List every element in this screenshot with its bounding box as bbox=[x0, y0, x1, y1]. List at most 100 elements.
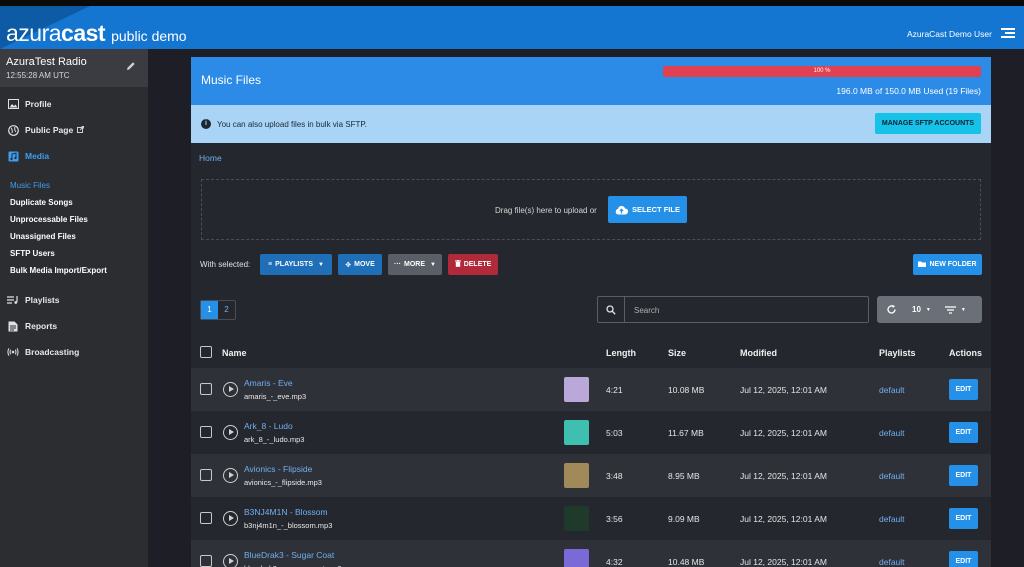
row-checkbox[interactable] bbox=[200, 383, 212, 395]
song-playlist-link[interactable]: default bbox=[879, 385, 905, 395]
more-button[interactable]: ··· MORE ▼ bbox=[388, 254, 442, 275]
playlists-button-label: PLAYLISTS bbox=[275, 261, 313, 268]
edit-pencil-icon[interactable] bbox=[126, 61, 136, 71]
song-filename: b3nj4m1n_-_blossom.mp3 bbox=[244, 521, 333, 530]
per-page-select[interactable]: 10 ▼ bbox=[912, 305, 931, 314]
image-icon bbox=[7, 98, 19, 110]
table-row: Avionics - Flipside avionics_-_flipside.m… bbox=[191, 454, 991, 497]
user-name[interactable]: AzuraCast Demo User bbox=[907, 29, 992, 39]
sidebar-subitem-unprocessable-files[interactable]: Unprocessable Files bbox=[10, 211, 148, 228]
delete-button[interactable]: DELETE bbox=[448, 254, 498, 275]
col-playlists[interactable]: Playlists bbox=[879, 348, 916, 358]
select-all-checkbox[interactable] bbox=[200, 346, 212, 358]
sidebar-item-playlists[interactable]: Playlists bbox=[0, 287, 148, 313]
song-filename: avionics_-_flipside.mp3 bbox=[244, 478, 322, 487]
sidebar-item-label: Profile bbox=[25, 99, 52, 109]
song-title[interactable]: Ark_8 - Ludo bbox=[244, 421, 293, 431]
row-checkbox[interactable] bbox=[200, 512, 212, 524]
sidebar-subitem-bulk-import[interactable]: Bulk Media Import/Export bbox=[10, 262, 148, 279]
manage-sftp-button[interactable]: MANAGE SFTP ACCOUNTS bbox=[875, 113, 981, 134]
sidebar-subitem-duplicate-songs[interactable]: Duplicate Songs bbox=[10, 194, 148, 211]
song-size: 8.95 MB bbox=[668, 471, 700, 481]
album-art bbox=[564, 420, 589, 445]
row-checkbox[interactable] bbox=[200, 555, 212, 567]
song-title[interactable]: Avionics - Flipside bbox=[244, 464, 312, 474]
folder-icon bbox=[918, 261, 927, 269]
menu-toggle-icon[interactable] bbox=[1001, 27, 1015, 39]
refresh-icon[interactable] bbox=[886, 304, 897, 315]
sftp-notice: i You can also upload files in bulk via … bbox=[191, 105, 991, 143]
album-art bbox=[564, 463, 589, 488]
media-submenu: Music Files Duplicate Songs Unprocessabl… bbox=[0, 169, 148, 279]
logo-tagline: public demo bbox=[111, 28, 187, 44]
search-input[interactable]: Search bbox=[634, 306, 659, 315]
edit-button[interactable]: EDIT bbox=[949, 379, 978, 400]
filter-menu[interactable]: ▼ bbox=[944, 305, 966, 314]
playlist-icon: ≡ bbox=[268, 261, 273, 268]
row-checkbox[interactable] bbox=[200, 469, 212, 481]
sidebar-subitem-sftp-users[interactable]: SFTP Users bbox=[10, 245, 148, 262]
song-title[interactable]: BlueDrak3 - Sugar Coat bbox=[244, 550, 334, 560]
brand-logo[interactable]: azuracast public demo bbox=[6, 20, 187, 47]
play-icon[interactable] bbox=[223, 511, 238, 526]
edit-button[interactable]: EDIT bbox=[949, 551, 978, 567]
song-playlist-link[interactable]: default bbox=[879, 428, 905, 438]
sidebar-item-label: Public Page bbox=[25, 125, 74, 135]
more-icon: ··· bbox=[394, 261, 402, 268]
sidebar-item-media[interactable]: Media bbox=[0, 143, 148, 169]
play-icon[interactable] bbox=[223, 382, 238, 397]
album-art bbox=[564, 549, 589, 567]
dropzone-label: Drag file(s) here to upload or bbox=[495, 206, 597, 215]
sidebar-item-public-page[interactable]: Public Page bbox=[0, 117, 148, 143]
song-playlist-link[interactable]: default bbox=[879, 514, 905, 524]
edit-button[interactable]: EDIT bbox=[949, 508, 978, 529]
filter-lines-icon bbox=[944, 305, 956, 314]
table-row: BlueDrak3 - Sugar Coatbluedrak3_-_sugar_… bbox=[191, 540, 991, 567]
song-playlist-link[interactable]: default bbox=[879, 471, 905, 481]
col-name[interactable]: Name bbox=[222, 348, 247, 358]
sidebar: AzuraTest Radio 12:55:28 AM UTC Profile … bbox=[0, 49, 148, 567]
edit-button[interactable]: EDIT bbox=[949, 465, 978, 486]
sftp-notice-text-wrap: i You can also upload files in bulk via … bbox=[201, 119, 367, 129]
sidebar-item-profile[interactable]: Profile bbox=[0, 91, 148, 117]
play-icon[interactable] bbox=[223, 425, 238, 440]
song-modified: Jul 12, 2025, 12:01 AM bbox=[740, 385, 827, 395]
upload-dropzone[interactable]: Drag file(s) here to upload or SELECT FI… bbox=[201, 179, 981, 240]
new-folder-button[interactable]: NEW FOLDER bbox=[913, 254, 982, 275]
col-modified[interactable]: Modified bbox=[740, 348, 777, 358]
song-modified: Jul 12, 2025, 12:01 AM bbox=[740, 557, 827, 567]
sidebar-item-broadcasting[interactable]: Broadcasting bbox=[0, 339, 148, 365]
edit-button[interactable]: EDIT bbox=[949, 422, 978, 443]
playlists-button[interactable]: ≡ PLAYLISTS ▼ bbox=[260, 254, 332, 275]
card-header: Music Files 100 % 196.0 MB of 150.0 MB U… bbox=[191, 57, 991, 105]
song-length: 3:48 bbox=[606, 471, 623, 481]
sidebar-item-reports[interactable]: Reports bbox=[0, 313, 148, 339]
breadcrumb-home[interactable]: Home bbox=[199, 153, 222, 163]
row-checkbox[interactable] bbox=[200, 426, 212, 438]
page-button[interactable]: 1 bbox=[201, 301, 218, 319]
move-button[interactable]: ✥ MOVE bbox=[338, 254, 382, 275]
song-title[interactable]: B3NJ4M1N - Blossom bbox=[244, 507, 328, 517]
song-size: 9.09 MB bbox=[668, 514, 700, 524]
song-size: 10.08 MB bbox=[668, 385, 705, 395]
sidebar-subitem-music-files[interactable]: Music Files bbox=[10, 177, 148, 194]
sidebar-subitem-unassigned-files[interactable]: Unassigned Files bbox=[10, 228, 148, 245]
col-size[interactable]: Size bbox=[668, 348, 686, 358]
table-row: B3NJ4M1N - Blossom b3nj4m1n_-_blossom.mp3… bbox=[191, 497, 991, 540]
play-icon[interactable] bbox=[223, 554, 238, 567]
col-length[interactable]: Length bbox=[606, 348, 636, 358]
select-file-button[interactable]: SELECT FILE bbox=[608, 196, 687, 223]
song-title[interactable]: Amaris - Eve bbox=[244, 378, 293, 388]
song-playlist-link[interactable]: default bbox=[879, 557, 905, 567]
sidebar-item-label: Playlists bbox=[25, 295, 60, 305]
song-length: 3:56 bbox=[606, 514, 623, 524]
search-icon[interactable] bbox=[598, 297, 625, 322]
play-icon[interactable] bbox=[223, 468, 238, 483]
col-actions: Actions bbox=[949, 348, 983, 358]
sidebar-item-label: Broadcasting bbox=[25, 347, 80, 357]
new-folder-button-label: NEW FOLDER bbox=[929, 261, 977, 268]
playlist-icon bbox=[7, 294, 19, 306]
song-modified: Jul 12, 2025, 12:01 AM bbox=[740, 428, 827, 438]
info-icon: i bbox=[201, 119, 211, 129]
page-button[interactable]: 2 bbox=[218, 301, 235, 319]
